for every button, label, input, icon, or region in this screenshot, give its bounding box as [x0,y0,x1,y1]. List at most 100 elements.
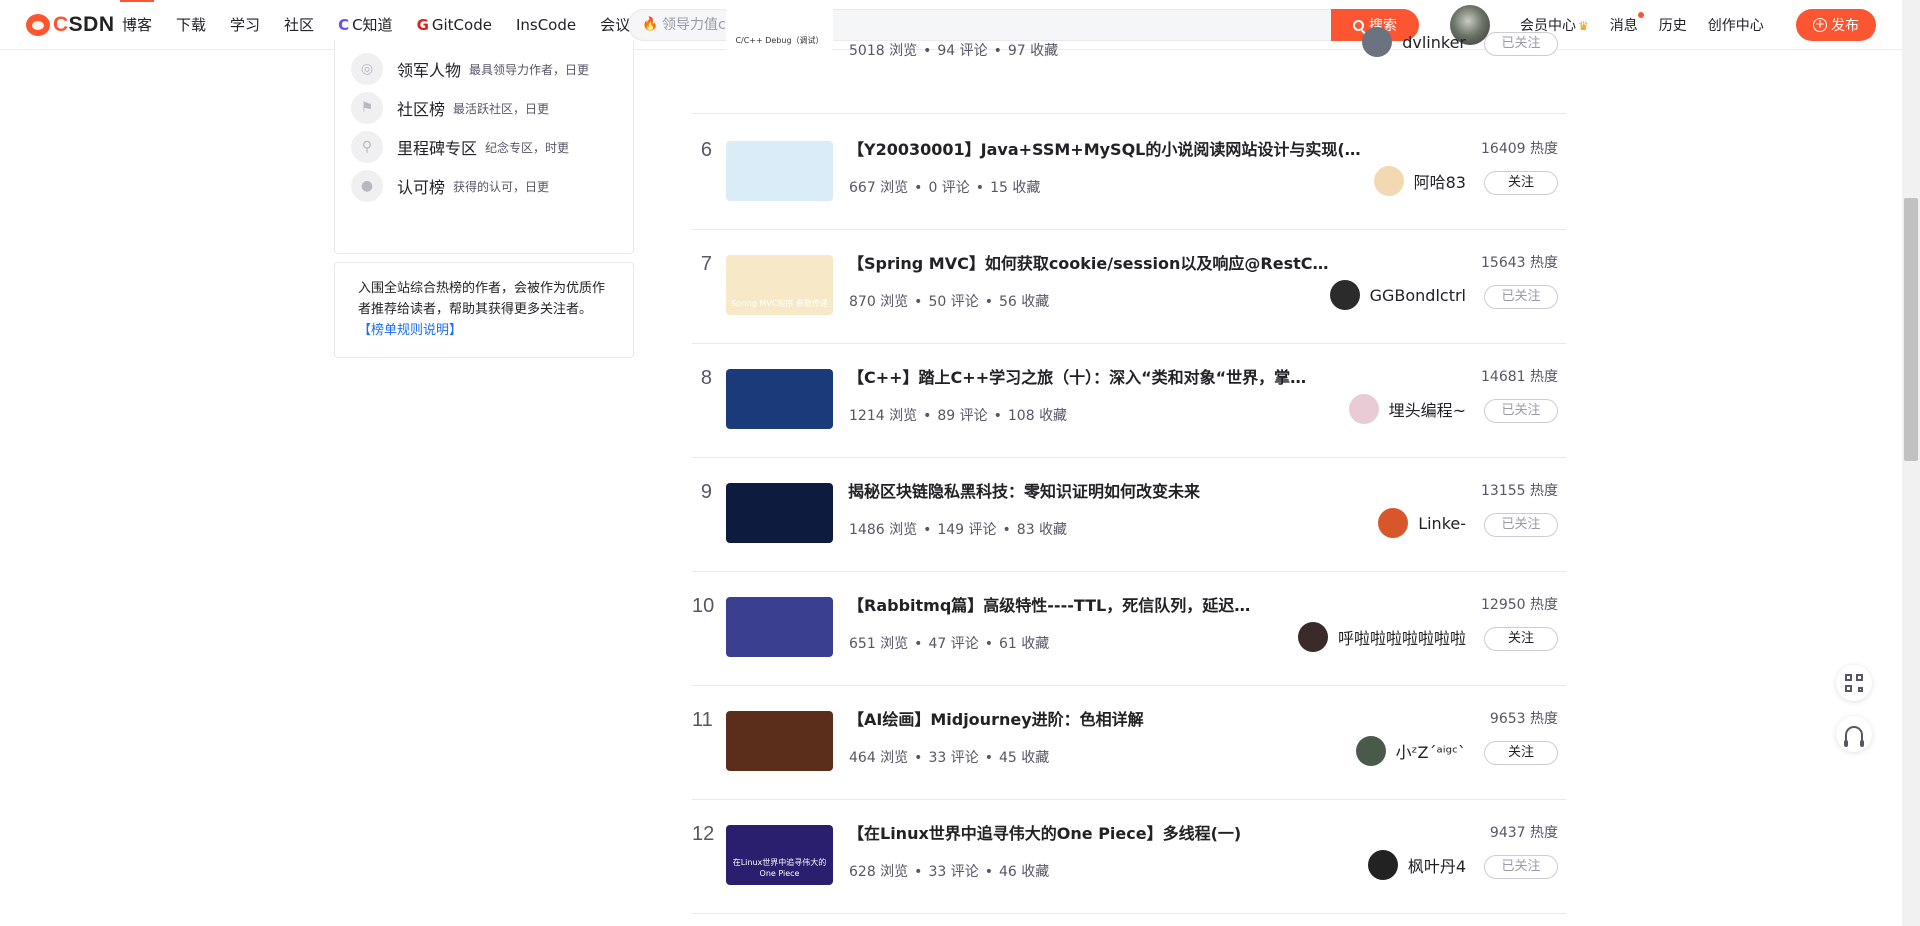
author-name[interactable]: 枫叶丹4 [1408,853,1466,877]
author-info[interactable]: 小ᶻZˊᵃⁱᵍᶜˋ [1355,736,1466,766]
ranking-row[interactable]: 6 【Y20030001】Java+SSM+MySQL的小说阅读网站设计与实现(…… [692,116,1566,230]
ranking-rules-link[interactable]: 【榜单规则说明】 [358,323,462,338]
article-thumbnail[interactable] [726,141,833,201]
author-info[interactable]: 埋头编程~ [1348,394,1466,424]
author-name[interactable]: Linke- [1418,514,1466,533]
ranking-row[interactable]: 10 【Rabbitmq篇】高级特性----TTL，死信队列，延迟… 651 浏览 •… [692,572,1566,686]
creator-center-link[interactable]: 创作中心 [1708,15,1764,35]
ranking-row[interactable]: 7 Spring MVC程序 参数传递 【Spring MVC】如何获取cookie… [692,230,1566,344]
author-info[interactable]: 枫叶丹4 [1367,850,1466,880]
follow-button[interactable]: 关注 [1484,171,1558,195]
article-title[interactable]: 【在Linux世界中追寻伟大的One Piece】多线程(一) [848,820,1241,844]
ranking-row[interactable]: 9 揭秘区块链隐私黑科技：零知识证明如何改变未来 1486 浏览 • 149 评论 • 83… [692,458,1566,572]
publish-label: 发布 [1831,18,1859,34]
logo-mascot-icon [26,14,50,36]
author-name[interactable]: dvlinker [1402,33,1466,52]
heat-score: 14681 热度 [1481,369,1558,385]
sidebar-item[interactable]: ⚑ 社区榜 最活跃社区，日更 [351,92,549,124]
author-name[interactable]: 埋头编程~ [1389,397,1466,421]
nav-item[interactable]: 社区 [284,0,314,50]
article-title[interactable]: 【Rabbitmq篇】高级特性----TTL，死信队列，延迟… [848,592,1250,616]
comments-count: 33 评论 [928,864,979,880]
article-title[interactable]: 【C++】踏上C++学习之旅（十）：深入“类和对象“世界，掌… [848,364,1306,388]
article-title[interactable]: 【Y20030001】Java+SSM+MySQL的小说阅读网站设计与实现(… [848,136,1361,160]
views-count: 5018 浏览 [849,43,918,59]
crown-icon: ♛ [1578,19,1589,33]
article-title[interactable]: 【AI绘画】Midjourney进阶：色相详解 [848,706,1144,730]
article-thumbnail[interactable] [726,369,833,429]
sidebar-item-title: 领军人物 [397,61,462,80]
author-avatar[interactable] [1362,27,1393,57]
ranking-row[interactable]: 11 【AI绘画】Midjourney进阶：色相详解 464 浏览 • 33 评论 • 45… [692,686,1566,800]
author-avatar[interactable] [1355,736,1386,766]
author-name[interactable]: GGBondlctrl [1370,286,1466,305]
rank-number: 10 [692,595,715,617]
article-thumbnail[interactable]: C/C++ Debug（调试） [726,0,833,52]
stats-separator: • [993,408,1002,424]
article-thumbnail[interactable]: 在Linux世界中追寻伟大的One Piece [726,825,833,885]
author-info[interactable]: GGBondlctrl [1329,280,1466,310]
nav-item[interactable]: 下载 [176,0,206,50]
stats-separator: • [923,522,932,538]
page-scrollbar[interactable] [1902,0,1920,926]
favorites-count: 46 收藏 [998,864,1050,880]
follow-button[interactable]: 关注 [1484,741,1558,765]
article-thumbnail[interactable] [726,597,833,657]
sidebar-item[interactable]: ⚲ 里程碑专区 纪念专区，时更 [351,131,569,163]
sidebar-item-title: 认可榜 [397,178,446,197]
author-avatar[interactable] [1378,508,1409,538]
article-stats: 628 浏览 • 33 评论 • 46 收藏 [849,861,1049,881]
article-title[interactable]: 揭秘区块链隐私黑科技：零知识证明如何改变未来 [848,478,1200,502]
follow-button[interactable]: 已关注 [1484,285,1558,309]
follow-button[interactable]: 已关注 [1484,513,1558,537]
author-name[interactable]: 小ᶻZˊᵃⁱᵍᶜˋ [1396,739,1466,763]
heat-score: 9437 热度 [1489,825,1558,841]
qr-code-button[interactable] [1836,665,1872,701]
follow-button[interactable]: 已关注 [1484,399,1558,423]
author-name[interactable]: 阿哈83 [1414,169,1466,193]
author-info[interactable]: 阿哈83 [1373,166,1466,196]
csdn-logo[interactable]: CSDN [26,13,115,37]
stats-separator: • [914,294,923,310]
heat-score: 12950 热度 [1481,597,1558,613]
follow-button[interactable]: 已关注 [1484,855,1558,879]
customer-service-button[interactable] [1836,716,1872,752]
author-info[interactable]: dvlinker [1362,27,1466,57]
author-avatar[interactable] [1348,394,1379,424]
scrollbar-thumb[interactable] [1904,198,1918,461]
nav-item[interactable]: 学习 [230,0,260,50]
favorites-count: 83 收藏 [1016,522,1068,538]
author-avatar[interactable] [1373,166,1404,196]
stats-separator: • [975,180,985,196]
ranking-row[interactable]: C/C++ Debug（调试） 5018 浏览 • 94 评论 • 97 收藏 dvlink… [692,0,1566,114]
nav-item[interactable]: 博客 [119,0,155,50]
ranking-row[interactable]: 12 在Linux世界中追寻伟大的One Piece 【在Linux世界中追寻伟大的… [692,800,1566,914]
sidebar-item[interactable]: ● 认可榜 获得的认可，日更 [351,170,549,202]
stats-separator: • [993,43,1002,59]
follow-button[interactable]: 已关注 [1484,32,1558,56]
publish-button[interactable]: + 发布 [1796,9,1876,41]
views-count: 667 浏览 [849,180,909,196]
article-title[interactable]: 【Spring MVC】如何获取cookie/session以及响应@RestC… [848,250,1328,274]
messages-link[interactable]: 消息 [1610,12,1644,35]
author-avatar[interactable] [1329,280,1360,310]
views-count: 1214 浏览 [849,408,918,424]
article-thumbnail[interactable]: Spring MVC程序 参数传递 [726,255,833,315]
author-name[interactable]: 呼啦啦啦啦啦啦啦 [1338,625,1466,649]
article-thumbnail[interactable] [726,483,833,543]
sidebar-item-desc: 最活跃社区，日更 [453,101,550,116]
author-info[interactable]: Linke- [1378,508,1466,538]
follow-button[interactable]: 关注 [1484,627,1558,651]
author-info[interactable]: 呼啦啦啦啦啦啦啦 [1297,622,1466,652]
rank-number: 9 [700,481,712,503]
ranking-row[interactable]: 8 【C++】踏上C++学习之旅（十）：深入“类和对象“世界，掌… 1214 浏览 •… [692,344,1566,458]
views-count: 651 浏览 [849,636,909,652]
logo-text-suffix: SDN [68,13,115,36]
sidebar-item-title: 社区榜 [397,100,446,119]
sidebar-item[interactable]: ◎ 领军人物 最具领导力作者，日更 [351,53,589,85]
stats-separator: • [914,750,923,766]
author-avatar[interactable] [1297,622,1328,652]
history-link[interactable]: 历史 [1659,15,1687,35]
author-avatar[interactable] [1367,850,1398,880]
article-thumbnail[interactable] [726,711,833,771]
